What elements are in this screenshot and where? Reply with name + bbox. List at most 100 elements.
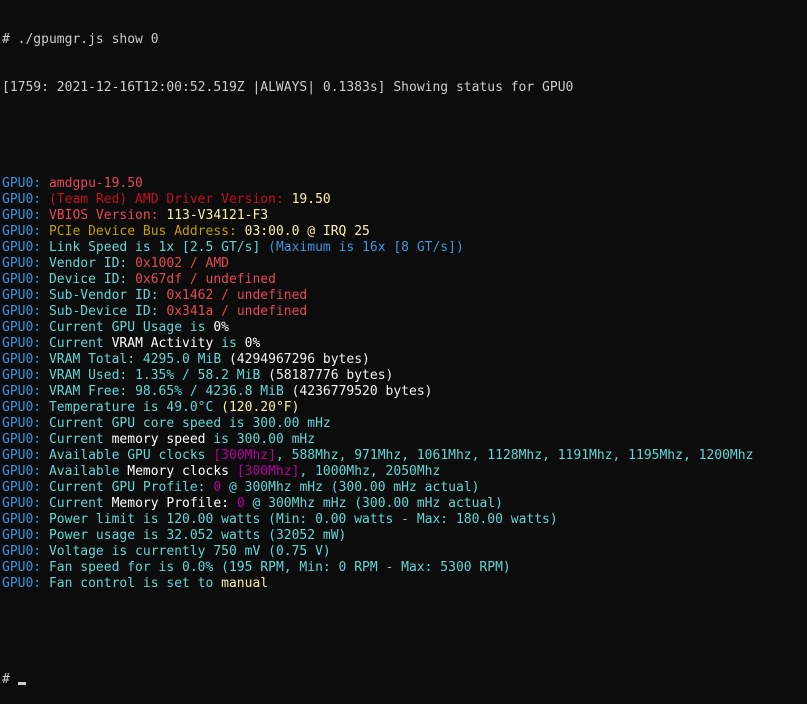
log-status-line: [1759: 2021-12-16T12:00:52.519Z |ALWAYS|… — [2, 80, 574, 95]
status-line: GPU0: Voltage is currently 750 mV (0.75 … — [2, 544, 807, 560]
status-text-segment: is 300.00 mHz — [205, 432, 316, 447]
gpu-prefix: GPU0: — [2, 224, 49, 239]
status-line: GPU0: Current VRAM Activity is 0% — [2, 336, 807, 352]
status-line: GPU0: Current GPU Profile: 0 @ 300Mhz mH… — [2, 480, 807, 496]
gpu-prefix: GPU0: — [2, 544, 49, 559]
status-text-segment: Device ID: — [48, 272, 136, 287]
status-text-segment — [229, 496, 237, 511]
gpu-prefix: GPU0: — [2, 496, 49, 511]
gpu-prefix: GPU0: — [2, 288, 49, 303]
status-text-segment: 113-V34121-F3 — [166, 208, 269, 223]
gpu-prefix: GPU0: — [2, 464, 49, 479]
status-text-segment: 98.65% / 4236.8 MiB — [135, 384, 292, 399]
status-text-segment: , 588Mhz, 971Mhz, 1061Mhz, 1128Mhz, 1191… — [275, 448, 754, 463]
status-text-segment: Vendor ID: — [48, 256, 136, 271]
status-text-segment: Temperature is 49.0°C — [48, 400, 222, 415]
status-line: GPU0: Available Memory clocks [300Mhz], … — [2, 464, 807, 480]
prompt-symbol: # — [2, 672, 18, 687]
status-text-segment: PCIe Device Bus Address: — [48, 224, 245, 239]
status-text-segment: manual — [221, 576, 269, 591]
status-text-segment: Fan control is set to — [48, 576, 222, 591]
status-text-segment: @ 300Mhz mHz (300.00 mHz actual) — [244, 496, 503, 511]
status-text-segment: Power limit is 120.00 watts (Min: 0.00 w… — [48, 512, 558, 527]
status-text-segment: (4294967296 bytes) — [228, 352, 370, 367]
gpu-prefix: GPU0: — [2, 176, 49, 191]
terminal-window[interactable]: # ./gpumgr.js show 0 [1759: 2021-12-16T1… — [2, 0, 807, 687]
gpu-prefix: GPU0: — [2, 304, 49, 319]
status-line: GPU0: VRAM Total: 4295.0 MiB (4294967296… — [2, 352, 807, 368]
status-text-segment: VRAM Activity — [111, 336, 214, 351]
gpu-prefix: GPU0: — [2, 192, 49, 207]
status-text-segment: 4295.0 MiB — [142, 352, 229, 367]
gpu-prefix: GPU0: — [2, 560, 49, 575]
gpu-prefix: GPU0: — [2, 416, 49, 431]
gpu-prefix: GPU0: — [2, 208, 49, 223]
gpu-prefix: GPU0: — [2, 432, 49, 447]
status-text-segment: (Team Red) AMD Driver Version: — [48, 192, 292, 207]
status-line: GPU0: Power usage is 32.052 watts (32052… — [2, 528, 807, 544]
gpu-prefix: GPU0: — [2, 320, 49, 335]
status-text-segment: [300Mhz] — [236, 464, 300, 479]
status-line: GPU0: Current GPU Usage is 0% — [2, 320, 807, 336]
status-text-segment: Power usage is 32.052 watts (32052 mW) — [48, 528, 347, 543]
status-line: GPU0: VRAM Free: 98.65% / 4236.8 MiB (42… — [2, 384, 807, 400]
status-line: GPU0: Current memory speed is 300.00 mHz — [2, 432, 807, 448]
status-text-segment: [300Mhz] — [213, 448, 276, 463]
gpu-prefix: GPU0: — [2, 240, 49, 255]
status-line: GPU0: Vendor ID: 0x1002 / AMD — [2, 256, 807, 272]
status-line: GPU0: VBIOS Version: 113-V34121-F3 — [2, 208, 807, 224]
gpu-prefix: GPU0: — [2, 528, 49, 543]
status-text-segment: 03:00.0 @ IRQ 25 — [244, 224, 370, 239]
status-text-segment: VRAM Free: — [48, 384, 136, 399]
status-line: GPU0: PCIe Device Bus Address: 03:00.0 @… — [2, 224, 807, 240]
status-text-segment: is — [182, 320, 214, 335]
gpu-status-output: GPU0: amdgpu-19.50 GPU0: (Team Red) AMD D… — [2, 176, 807, 592]
status-text-segment: Memory Profile: — [111, 496, 229, 511]
gpu-prefix: GPU0: — [2, 448, 49, 463]
status-line: GPU0: Current Memory Profile: 0 @ 300Mhz… — [2, 496, 807, 512]
status-text-segment: Sub-Device ID: — [48, 304, 167, 319]
status-text-segment: VRAM Total: — [48, 352, 143, 367]
gpu-prefix: GPU0: — [2, 336, 49, 351]
status-line: GPU0: Temperature is 49.0°C (120.20°F) — [2, 400, 807, 416]
status-text-segment: , 1000Mhz, 2050Mhz — [299, 464, 441, 479]
status-text-segment: Available GPU clocks — [48, 448, 214, 463]
status-line: GPU0: Fan control is set to manual — [2, 576, 807, 592]
status-line: GPU0: Current GPU core speed is 300.00 m… — [2, 416, 807, 432]
status-text-segment: Voltage is currently 750 mV (0.75 V) — [48, 544, 331, 559]
command-prompt-line: # ./gpumgr.js show 0 — [2, 32, 159, 47]
status-text-segment: 0 — [213, 480, 222, 495]
status-text-segment: Memory clocks — [127, 464, 229, 479]
status-text-segment: 0x341a / undefined — [166, 304, 308, 319]
status-text-segment: (120.20°F) — [221, 400, 300, 415]
status-line: GPU0: Sub-Device ID: 0x341a / undefined — [2, 304, 807, 320]
status-text-segment: Current GPU Profile: — [48, 480, 214, 495]
status-text-segment: Current GPU core speed is 300.00 mHz — [48, 416, 331, 431]
status-text-segment: (58187776 bytes) — [268, 368, 394, 383]
status-text-segment: memory speed — [111, 432, 206, 447]
status-text-segment: 0x1462 / undefined — [166, 288, 308, 303]
status-line: GPU0: Sub-Vendor ID: 0x1462 / undefined — [2, 288, 807, 304]
status-text-segment: Current — [48, 496, 112, 511]
status-text-segment — [229, 464, 237, 479]
gpu-prefix: GPU0: — [2, 272, 49, 287]
status-text-segment: 0% — [244, 336, 261, 351]
status-text-segment: 19.50 — [291, 192, 331, 207]
status-text-segment: Sub-Vendor ID: — [48, 288, 167, 303]
final-prompt-line[interactable]: # — [2, 672, 807, 688]
status-text-segment: Current — [48, 432, 112, 447]
status-line: GPU0: amdgpu-19.50 — [2, 176, 807, 192]
gpu-prefix: GPU0: — [2, 352, 49, 367]
status-text-segment: GPU Usage — [111, 320, 183, 335]
status-text-segment: 0 — [236, 496, 245, 511]
status-text-segment: Available — [48, 464, 128, 479]
status-line: GPU0: Device ID: 0x67df / undefined — [2, 272, 807, 288]
gpu-prefix: GPU0: — [2, 368, 49, 383]
status-text-segment: Current — [48, 336, 112, 351]
status-text-segment: Fan speed for is 0.0% (195 RPM, Min: 0 R… — [48, 560, 511, 575]
status-text-segment: (4236779520 bytes) — [291, 384, 433, 399]
gpu-prefix: GPU0: — [2, 256, 49, 271]
status-text-segment: 0x1002 / AMD — [135, 256, 229, 271]
